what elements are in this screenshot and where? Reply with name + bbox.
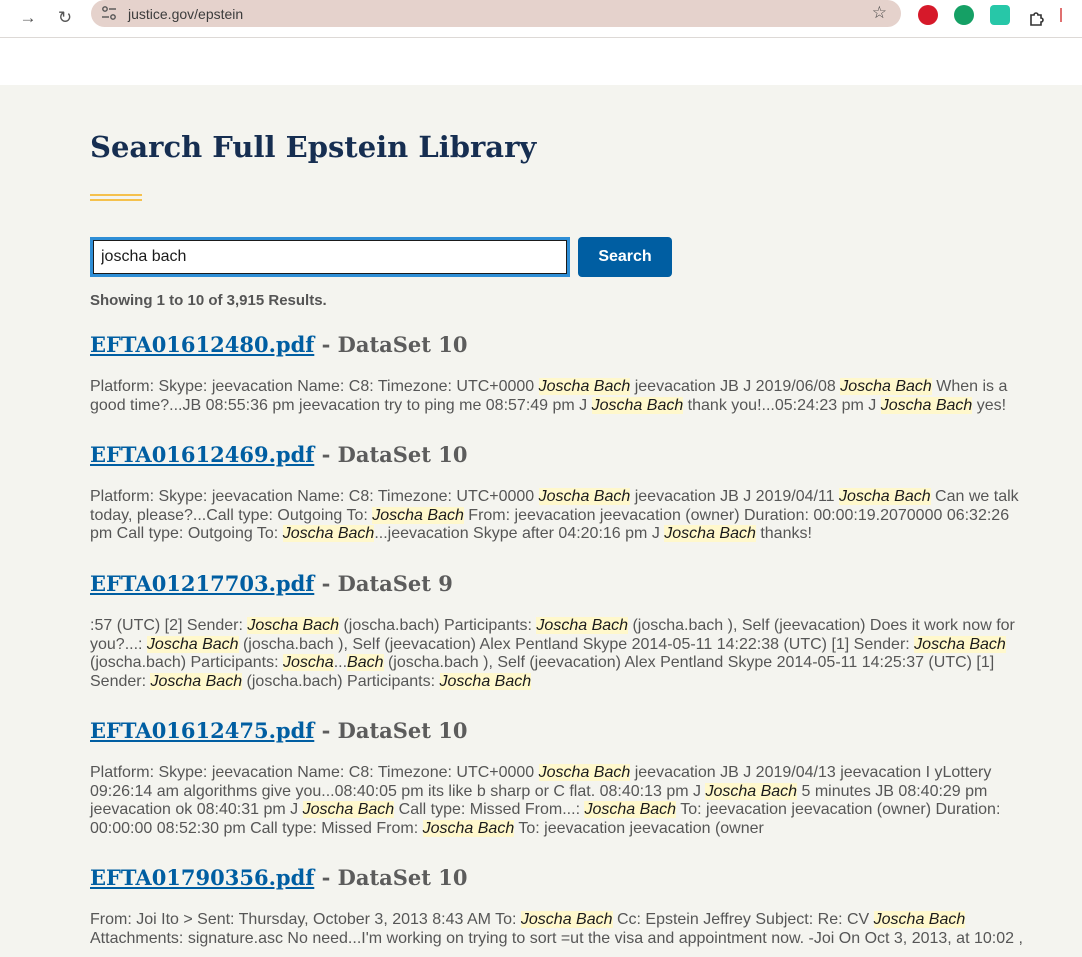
search-highlight: Joscha Bach xyxy=(538,488,631,505)
search-highlight: Joscha Bach xyxy=(302,801,395,818)
browser-toolbar: → ↻ justice.gov/epstein ☆ xyxy=(0,0,1082,38)
url-text[interactable]: justice.gov/epstein xyxy=(128,6,243,22)
search-highlight: Joscha Bach xyxy=(282,525,375,542)
forward-arrow-icon[interactable]: → xyxy=(14,4,42,32)
search-highlight: Bach xyxy=(347,654,384,671)
result-snippet: Platform: Skype: jeevacation Name: C8: T… xyxy=(90,764,1001,837)
result-file-link[interactable]: EFTA01612475.pdf xyxy=(90,718,314,743)
search-highlight: Joscha Bach xyxy=(584,801,677,818)
search-highlight: Joscha Bach xyxy=(422,819,515,837)
result-item: EFTA01612480.pdf - DataSet 10 Platform: S… xyxy=(90,332,1040,415)
search-highlight: Joscha Bach xyxy=(146,635,239,653)
search-highlight: Joscha Bach xyxy=(372,506,464,524)
title-accent-rule xyxy=(90,194,142,204)
search-highlight: Joscha xyxy=(282,654,334,671)
search-highlight: Joscha Bach xyxy=(839,488,931,505)
profile-indicator xyxy=(1060,8,1062,22)
result-title: EFTA01612480.pdf - DataSet 10 xyxy=(90,332,1040,357)
search-highlight: Joscha Bach xyxy=(520,911,613,928)
search-input[interactable] xyxy=(90,237,570,277)
result-item: EFTA01217703.pdf - DataSet 9 :57 (UTC) [2… xyxy=(90,571,1040,691)
search-highlight: Joscha Bach xyxy=(840,378,932,395)
site-settings-icon[interactable] xyxy=(101,5,117,26)
result-title: EFTA01612469.pdf - DataSet 10 xyxy=(90,442,1040,467)
search-highlight: Joscha Bach xyxy=(536,617,629,634)
search-button[interactable]: Search xyxy=(578,237,672,277)
result-snippet: :57 (UTC) [2] Sender: Joscha Bach (josch… xyxy=(90,617,1015,690)
result-snippet: Platform: Skype: jeevacation Name: C8: T… xyxy=(90,378,1008,414)
result-title: EFTA01612475.pdf - DataSet 10 xyxy=(90,718,1040,743)
search-highlight: Joscha Bach xyxy=(873,911,966,928)
bookmark-star-icon[interactable]: ☆ xyxy=(872,3,887,23)
result-file-link[interactable]: EFTA01217703.pdf xyxy=(90,571,314,596)
result-file-link[interactable]: EFTA01790356.pdf xyxy=(90,865,314,890)
address-bar[interactable]: justice.gov/epstein ☆ xyxy=(91,0,901,27)
search-highlight: Joscha Bach xyxy=(880,396,973,414)
search-highlight: Joscha Bach xyxy=(914,635,1006,653)
extensions-puzzle-icon[interactable] xyxy=(1022,4,1050,32)
site-header-band xyxy=(0,38,1082,85)
result-title: EFTA01217703.pdf - DataSet 9 xyxy=(90,571,1040,596)
result-snippet: From: Joi Ito > Sent: Thursday, October … xyxy=(90,911,1023,947)
result-dataset-label: - DataSet 10 xyxy=(314,442,468,467)
result-snippet: Platform: Skype: jeevacation Name: C8: T… xyxy=(90,488,1019,542)
result-file-link[interactable]: EFTA01612480.pdf xyxy=(90,332,314,357)
grammarly-extension-icon[interactable] xyxy=(954,5,974,25)
reload-icon[interactable]: ↻ xyxy=(51,4,79,32)
search-highlight: Joscha Bach xyxy=(705,782,798,800)
result-dataset-label: - DataSet 10 xyxy=(314,865,468,890)
search-highlight: Joscha Bach xyxy=(439,672,532,690)
adblock-extension-icon[interactable] xyxy=(918,5,938,25)
page-title: Search Full Epstein Library xyxy=(90,130,537,164)
search-highlight: Joscha Bach xyxy=(247,617,339,634)
extension-icon[interactable] xyxy=(990,5,1010,25)
search-highlight: Joscha Bach xyxy=(538,764,631,781)
search-highlight: Joscha Bach xyxy=(664,525,756,542)
result-item: EFTA01612469.pdf - DataSet 10 Platform: S… xyxy=(90,442,1040,544)
result-file-link[interactable]: EFTA01612469.pdf xyxy=(90,442,314,467)
search-highlight: Joscha Bach xyxy=(150,672,243,690)
result-title: EFTA01790356.pdf - DataSet 10 xyxy=(90,865,1040,890)
result-item: EFTA01612475.pdf - DataSet 10 Platform: S… xyxy=(90,718,1040,838)
search-highlight: Joscha Bach xyxy=(591,396,684,414)
result-dataset-label: - DataSet 10 xyxy=(314,718,468,743)
search-highlight: Joscha Bach xyxy=(538,378,631,395)
result-item: EFTA01790356.pdf - DataSet 10 From: Joi I… xyxy=(90,865,1040,948)
result-dataset-label: - DataSet 10 xyxy=(314,332,468,357)
results-summary: Showing 1 to 10 of 3,915 Results. xyxy=(90,292,327,309)
result-dataset-label: - DataSet 9 xyxy=(314,571,453,596)
